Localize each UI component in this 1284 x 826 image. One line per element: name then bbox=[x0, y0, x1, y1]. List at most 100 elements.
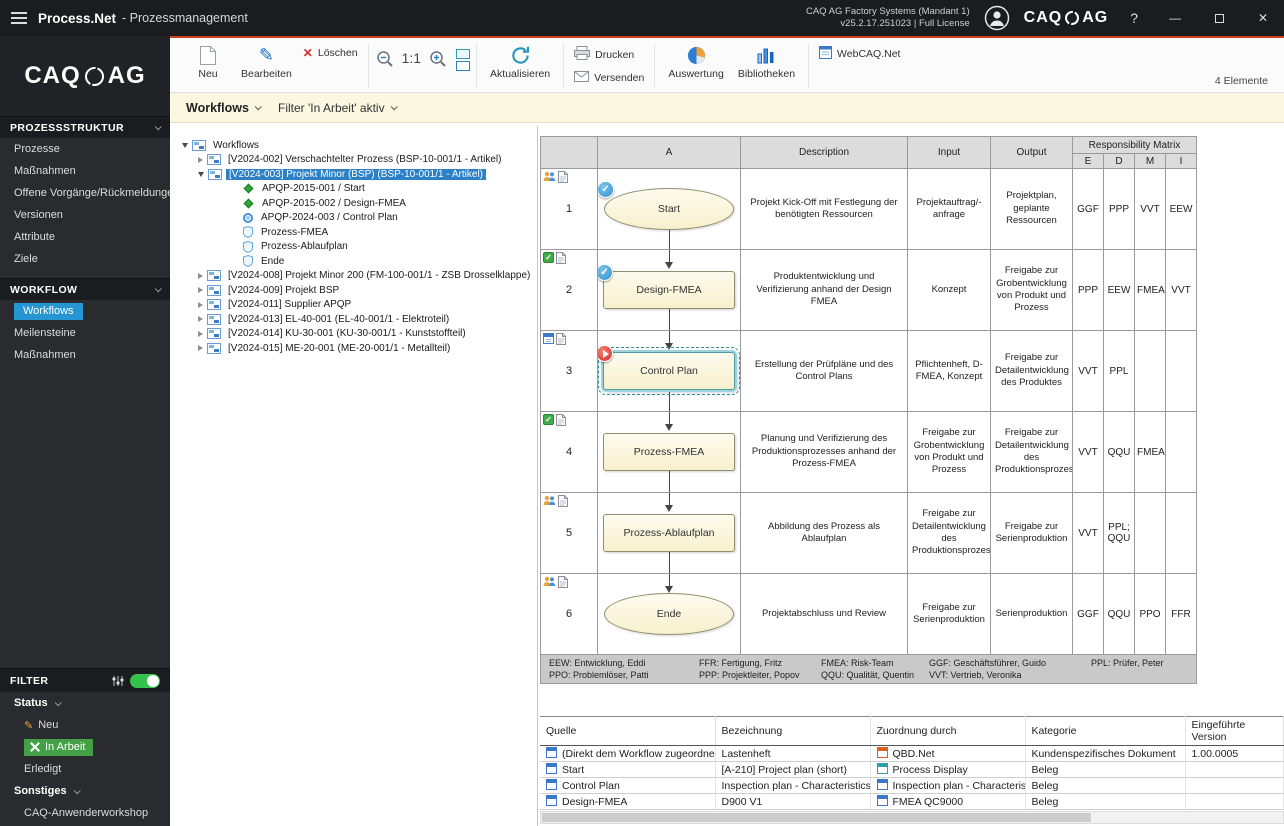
scrollbar-thumb[interactable] bbox=[542, 813, 1092, 822]
print-button[interactable]: Drucken bbox=[570, 44, 638, 65]
tree-item-prozess-fmea[interactable]: Prozess-FMEA bbox=[170, 225, 537, 240]
sidebar-item-versionen[interactable]: Versionen bbox=[0, 204, 170, 226]
active-filter-selector[interactable]: Filter 'In Arbeit' aktiv bbox=[278, 101, 398, 115]
flow-number-cell: 1 bbox=[542, 170, 597, 249]
documents-table: Quelle Bezeichnung Zuordnung durch Kateg… bbox=[540, 716, 1284, 810]
connector-line bbox=[668, 390, 670, 411]
view-selector[interactable]: Workflows bbox=[186, 101, 262, 115]
tree-item-apqp-2015-002-design-fmea[interactable]: APQP-2015-002 / Design-FMEA bbox=[170, 196, 537, 211]
documents-header[interactable]: Bezeichnung bbox=[715, 716, 871, 746]
tree-item-v2024-015-me-20-001-me-20-001-[interactable]: [V2024-015] ME-20-001 (ME-20-001/1 - Met… bbox=[170, 341, 537, 356]
sidebar-item-workflows[interactable]: Workflows bbox=[0, 300, 170, 322]
toggle-knob bbox=[147, 674, 159, 687]
filter-toggle[interactable] bbox=[130, 673, 160, 688]
flow-output: Serienproduktion bbox=[990, 573, 1073, 655]
collapse-arrow-icon[interactable] bbox=[182, 142, 188, 148]
expand-arrow-icon[interactable] bbox=[198, 287, 203, 294]
workflow-icon bbox=[207, 342, 221, 354]
document-row[interactable]: Start [A-210] Project plan (short) Process… bbox=[540, 761, 1284, 778]
section-workflow[interactable]: WORKFLOW bbox=[0, 278, 170, 300]
filter-item-caq-anwenderworkshop[interactable]: CAQ-Anwenderworkshop bbox=[0, 802, 170, 824]
expand-arrow-icon[interactable] bbox=[198, 156, 203, 163]
analysis-button[interactable]: Auswertung bbox=[661, 41, 730, 90]
tree-item-ende[interactable]: Ende bbox=[170, 254, 537, 269]
tree-root[interactable]: Workflows bbox=[170, 138, 537, 153]
flow-shape-control-plan[interactable]: Control Plan bbox=[598, 345, 740, 395]
send-button[interactable]: Versenden bbox=[570, 69, 648, 87]
documents-header[interactable]: Quelle bbox=[540, 716, 716, 746]
zoom-out-button[interactable] bbox=[375, 49, 395, 72]
document-icon bbox=[558, 495, 568, 507]
fit-page-button[interactable] bbox=[456, 61, 471, 71]
tree-item-v2024-009-projekt-bsp[interactable]: [V2024-009] Projekt BSP bbox=[170, 283, 537, 298]
section-prozessstruktur[interactable]: PROZESSSTRUKTUR bbox=[0, 116, 170, 138]
flow-shape-prozess-fmea[interactable]: Prozess-FMEA bbox=[603, 433, 735, 471]
tree-item-prozess-ablaufplan[interactable]: Prozess-Ablaufplan bbox=[170, 240, 537, 255]
chevron-down-icon bbox=[390, 103, 398, 111]
shield-icon bbox=[243, 240, 253, 253]
tree-item-v2024-008-projekt-minor-200-fm[interactable]: [V2024-008] Projekt Minor 200 (FM-100-00… bbox=[170, 269, 537, 284]
tree-item-apqp-2015-001-start[interactable]: APQP-2015-001 / Start bbox=[170, 182, 537, 197]
filter-item-neu[interactable]: ✎ Neu bbox=[0, 714, 170, 736]
libraries-button[interactable]: Bibliotheken bbox=[731, 41, 802, 90]
flow-shape-prozess-ablaufplan[interactable]: Prozess-Ablaufplan bbox=[603, 514, 735, 552]
tree-item-v2024-014-ku-30-001-ku-30-001-[interactable]: [V2024-014] KU-30-001 (KU-30-001/1 - Kun… bbox=[170, 327, 537, 342]
document-row[interactable]: (Direkt dem Workflow zugeordnet) Lastenhe… bbox=[540, 745, 1284, 762]
status-active-icon bbox=[598, 345, 613, 362]
expand-arrow-icon[interactable] bbox=[198, 330, 203, 337]
edit-button[interactable]: ✎ Bearbeiten bbox=[234, 41, 299, 90]
delete-button[interactable]: ✕ Löschen bbox=[299, 44, 362, 62]
sidebar-item-meilensteine[interactable]: Meilensteine bbox=[0, 322, 170, 344]
zoom-in-button[interactable] bbox=[428, 49, 448, 72]
participants-icon bbox=[543, 495, 556, 505]
expand-arrow-icon[interactable] bbox=[198, 345, 203, 352]
flow-shape-ende[interactable]: Ende bbox=[604, 593, 734, 635]
fit-width-button[interactable] bbox=[456, 49, 471, 59]
flow-shape-label: Design-FMEA bbox=[636, 284, 702, 296]
documents-header[interactable]: Eingeführte Version bbox=[1185, 716, 1284, 746]
minimize-button[interactable]: — bbox=[1160, 3, 1190, 33]
expand-arrow-icon[interactable] bbox=[198, 316, 203, 323]
filter-item-erledigt[interactable]: Erledigt bbox=[0, 758, 170, 780]
new-button[interactable]: Neu bbox=[182, 41, 234, 90]
sidebar-item-offene-vorg-nge-r-ckmeldungen[interactable]: Offene Vorgänge/Rückmeldungen bbox=[0, 182, 170, 204]
sidebar-item-ziele[interactable]: Ziele bbox=[0, 248, 170, 270]
flow-shape-design-fmea[interactable]: Design-FMEA ✓ bbox=[598, 264, 735, 309]
tree-item-apqp-2024-003-control-plan[interactable]: APQP-2024-003 / Control Plan bbox=[170, 211, 537, 226]
filter-group-status[interactable]: Status bbox=[0, 692, 170, 714]
view-bar: Workflows Filter 'In Arbeit' aktiv bbox=[170, 93, 1284, 123]
document-row[interactable]: Design-FMEA D900 V1 FMEA QC9000 Beleg bbox=[540, 793, 1284, 810]
flow-resp-cell bbox=[1134, 492, 1166, 574]
tree-item-v2024-013-el-40-001-el-40-001-[interactable]: [V2024-013] EL-40-001 (EL-40-001/1 - Ele… bbox=[170, 312, 537, 327]
tree-item-v2024-011-supplier-apqp[interactable]: [V2024-011] Supplier APQP bbox=[170, 298, 537, 313]
sidebar-item-ma-nahmen[interactable]: Maßnahmen bbox=[0, 344, 170, 366]
filter-group-sonstiges[interactable]: Sonstiges bbox=[0, 780, 170, 802]
sidebar-item-attribute[interactable]: Attribute bbox=[0, 226, 170, 248]
expand-arrow-icon[interactable] bbox=[198, 301, 203, 308]
help-button[interactable]: ? bbox=[1122, 10, 1146, 26]
sidebar-item-ma-nahmen[interactable]: Maßnahmen bbox=[0, 160, 170, 182]
horizontal-scrollbar[interactable] bbox=[540, 811, 1284, 824]
close-button[interactable]: ✕ bbox=[1248, 3, 1278, 33]
refresh-button[interactable]: Aktualisieren bbox=[483, 41, 557, 90]
tree-item-v2024-003-projekt-minor-bsp-bs[interactable]: [V2024-003] Projekt Minor (BSP) (BSP-10-… bbox=[170, 167, 537, 182]
filter-item-in-arbeit[interactable]: In Arbeit bbox=[0, 736, 170, 758]
user-account-icon[interactable] bbox=[984, 5, 1010, 31]
sidebar-item-prozesse[interactable]: Prozesse bbox=[0, 138, 170, 160]
content: Workflows [V2024-002] Verschachtelter Pro… bbox=[170, 126, 1284, 826]
tree-item-v2024-002-verschachtelter-proz[interactable]: [V2024-002] Verschachtelter Prozess (BSP… bbox=[170, 153, 537, 168]
hamburger-menu-icon[interactable] bbox=[0, 0, 38, 36]
collapse-arrow-icon[interactable] bbox=[198, 171, 204, 177]
expand-arrow-icon[interactable] bbox=[198, 272, 203, 279]
column-a-header[interactable]: A bbox=[597, 136, 741, 169]
resp-col-header: I bbox=[1164, 153, 1198, 169]
chevron-down-icon bbox=[73, 786, 81, 794]
documents-header[interactable]: Zuordnung durch bbox=[870, 716, 1026, 746]
documents-header[interactable]: Kategorie bbox=[1025, 716, 1186, 746]
flow-shape-start[interactable]: Start ✓ bbox=[598, 181, 734, 230]
maximize-button[interactable] bbox=[1204, 3, 1234, 33]
webcaq-button[interactable]: WebCAQ.Net bbox=[815, 44, 904, 64]
document-row[interactable]: Control Plan Inspection plan - Characteri… bbox=[540, 777, 1284, 794]
flow-description: Abbildung des Prozess als Ablaufplan bbox=[740, 492, 908, 574]
tree-item-label: [V2024-002] Verschachtelter Prozess (BSP… bbox=[228, 154, 502, 166]
